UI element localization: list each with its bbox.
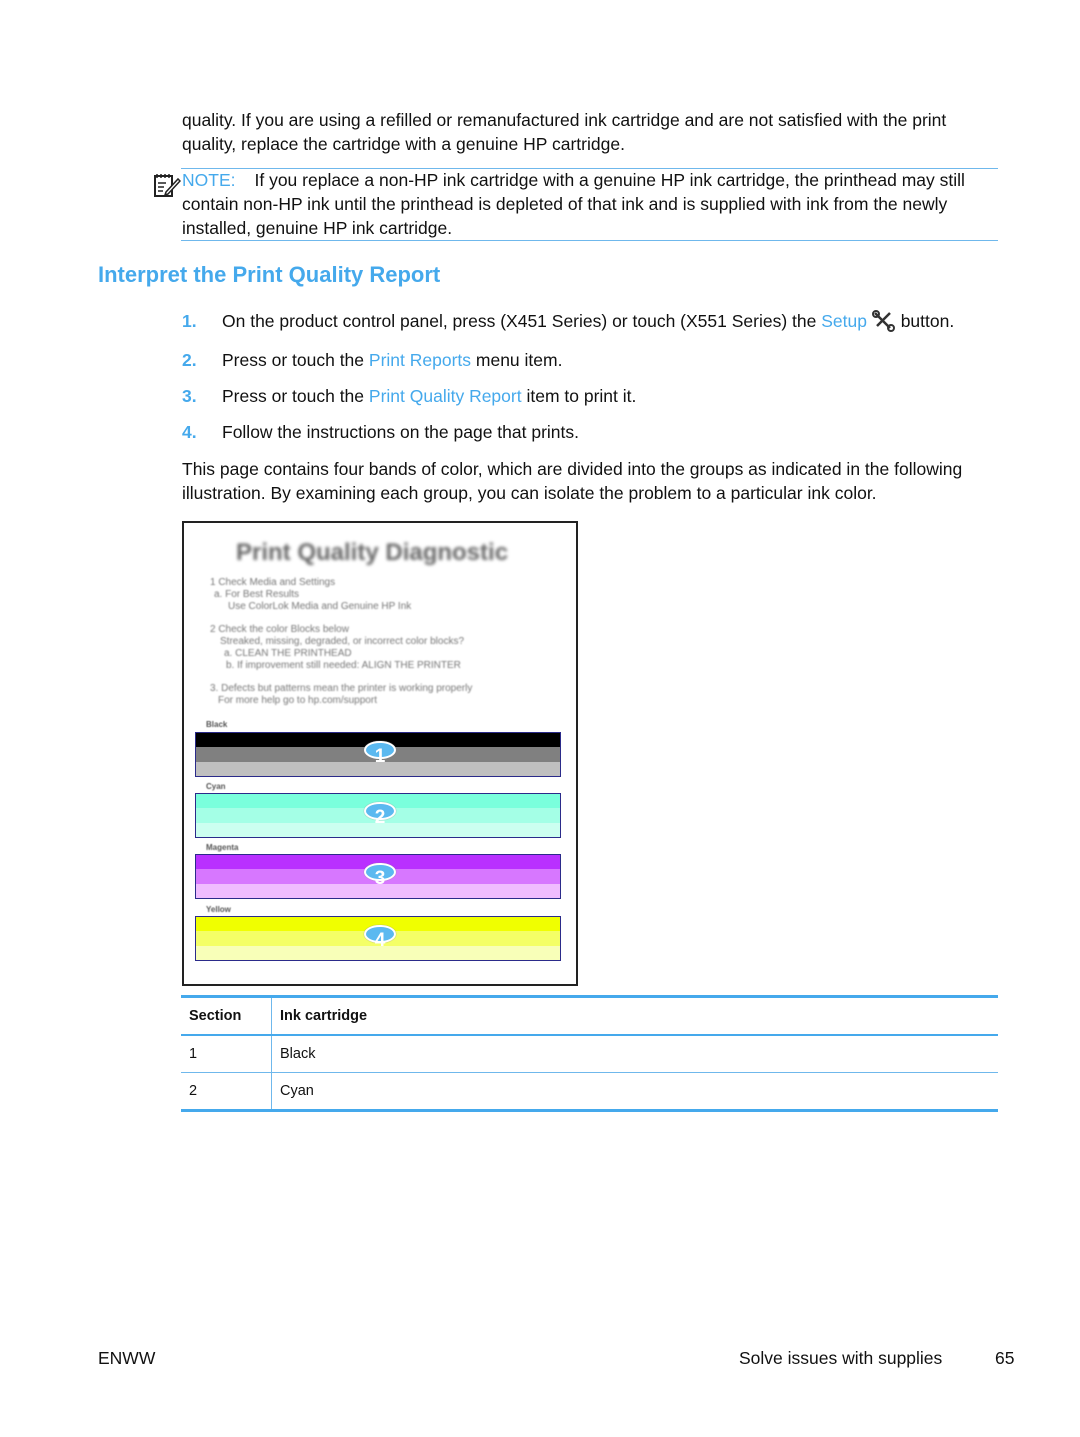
band-label: Yellow (206, 905, 231, 914)
figure-text: Streaked, missing, degraded, or incorrec… (220, 636, 465, 647)
figure-text: Use ColorLok Media and Genuine HP Ink (228, 601, 412, 612)
intro-paragraph: quality. If you are using a refilled or … (182, 108, 946, 156)
table-row: 1 Black (181, 1035, 998, 1073)
step-number: 2. (182, 350, 197, 370)
figure-text: 1 Check Media and Settings (210, 577, 336, 588)
section-badge: 3 (364, 862, 396, 889)
page-number: 65 (995, 1348, 1015, 1368)
figure-text: 3. Defects but patterns mean the printer… (210, 683, 473, 694)
section-badge: 1 (364, 740, 396, 767)
footer-left: ENWW (98, 1348, 156, 1368)
text-line: contain non-HP ink until the printhead i… (182, 194, 948, 214)
figure-text: a. For Best Results (214, 589, 300, 600)
text-line: illustration. By examining each group, y… (182, 483, 877, 503)
text-line: quality, replace the cartridge with a ge… (182, 134, 625, 154)
figure-title: Print Quality Diagnostic (236, 539, 509, 566)
figure-text: 2 Check the color Blocks below (210, 624, 349, 635)
step-text: Follow the instructions on the page that… (222, 422, 580, 442)
note-pencil-icon (154, 174, 181, 197)
step-text: Press or touch the (222, 350, 369, 370)
print-reports-link[interactable]: Print Reports (369, 350, 471, 370)
step-number: 4. (182, 422, 197, 442)
table-cell: 1 (181, 1035, 272, 1073)
note-bottom-rule (181, 240, 998, 241)
table-cell: Black (280, 1046, 316, 1062)
cyan-band: 2 (195, 793, 561, 838)
yellow-band: 4 (195, 916, 561, 961)
band-label: Magenta (206, 843, 239, 852)
table-row: 2 Cyan (181, 1072, 998, 1111)
step-text: item to print it. (521, 386, 637, 406)
text-line: installed, genuine HP ink cartridge. (182, 218, 453, 238)
step-1: 1. On the product control panel, press (X… (182, 309, 954, 333)
step-text: menu item. (471, 350, 563, 370)
wrench-screwdriver-icon (871, 310, 895, 332)
step-number: 3. (182, 386, 197, 406)
step-4: 4. Follow the instructions on the page th… (182, 420, 579, 444)
setup-link[interactable]: Setup (821, 311, 867, 331)
column-header: Ink cartridge (280, 1008, 368, 1024)
section-ink-table: Section Ink cartridge 1 Black 2 Cyan (181, 995, 998, 1112)
step-text: Press or touch the (222, 386, 369, 406)
step-3: 3. Press or touch the Print Quality Repor… (182, 384, 636, 408)
band-label: Cyan (206, 782, 226, 791)
magenta-band: 3 (195, 854, 561, 899)
figure-text: b. If improvement still needed: ALIGN TH… (226, 660, 461, 671)
body-paragraph: This page contains four bands of color, … (182, 457, 962, 505)
step-number: 1. (182, 311, 197, 331)
section-heading: Interpret the Print Quality Report (98, 262, 441, 287)
text-line: quality. If you are using a refilled or … (182, 110, 947, 130)
table-cell: Cyan (280, 1083, 314, 1099)
figure-text: a. CLEAN THE PRINTHEAD (224, 648, 352, 659)
column-header: Section (181, 996, 272, 1035)
figure-text: For more help go to hp.com/support (218, 695, 377, 706)
print-quality-report-link[interactable]: Print Quality Report (369, 386, 522, 406)
document-page: quality. If you are using a refilled or … (0, 0, 1080, 1437)
footer-title: Solve issues with supplies (739, 1348, 943, 1368)
table-cell: 2 (181, 1072, 272, 1111)
note-label: NOTE: (182, 170, 236, 190)
section-badge: 2 (364, 801, 396, 828)
text-line: This page contains four bands of color, … (182, 459, 963, 479)
step-text: On the product control panel, press (X45… (222, 311, 822, 331)
section-badge: 4 (364, 924, 396, 951)
band-label: Black (206, 720, 228, 729)
text-line: If you replace a non-HP ink cartridge wi… (254, 170, 965, 190)
table-header-row: Section Ink cartridge (181, 996, 998, 1035)
print-quality-illustration: Print Quality Diagnostic 1 Check Media a… (182, 521, 578, 986)
step-2: 2. Press or touch the Print Reports menu … (182, 348, 562, 372)
note-block: NOTE: If you replace a non-HP ink cartrid… (182, 168, 965, 240)
black-band: 1 (195, 732, 561, 777)
step-text: button. (895, 311, 955, 331)
